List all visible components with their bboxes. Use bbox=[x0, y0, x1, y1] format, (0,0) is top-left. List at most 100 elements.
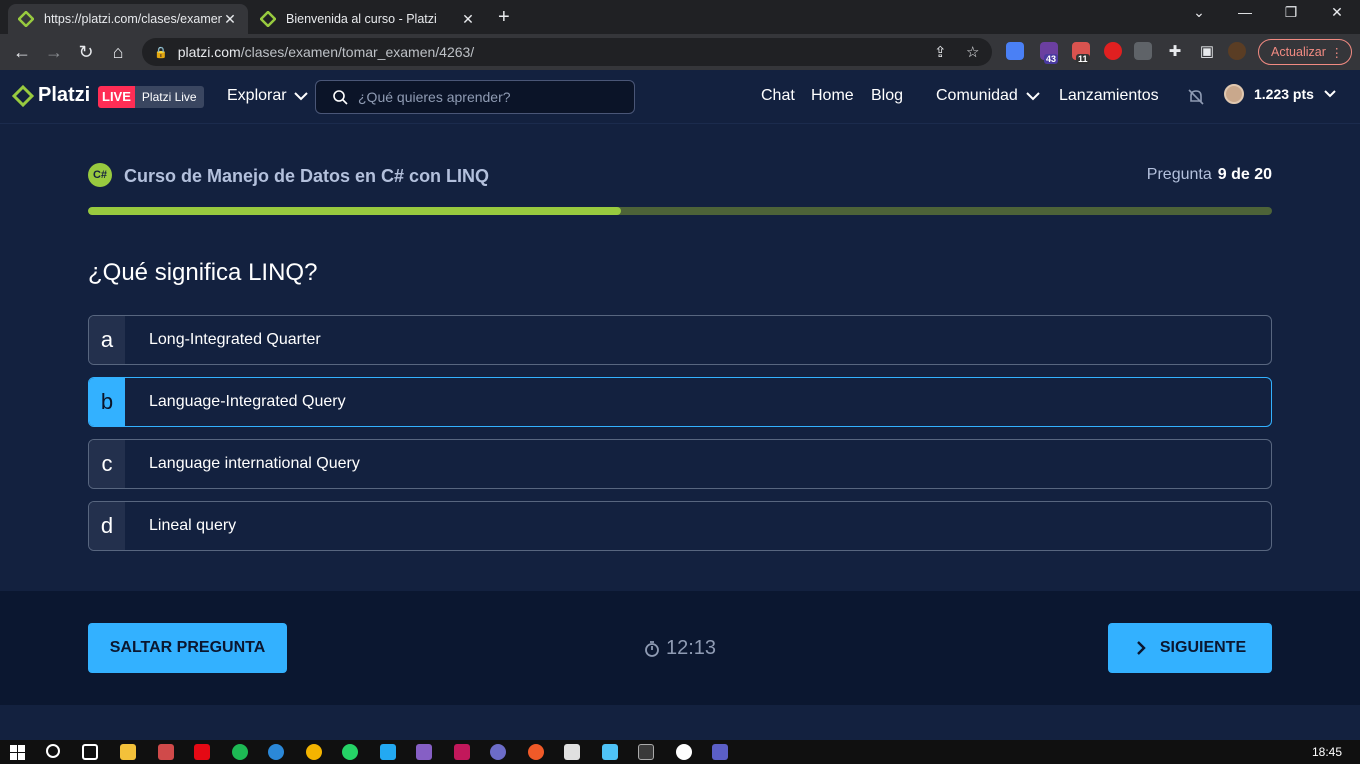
course-header: C# Curso de Manejo de Datos en C# con LI… bbox=[88, 163, 1272, 189]
tab-title: https://platzi.com/clases/examen/ bbox=[44, 12, 222, 26]
chevron-right-icon bbox=[1137, 641, 1146, 655]
chrome-icon[interactable] bbox=[306, 744, 322, 760]
platzi-live-link[interactable]: LIVE Platzi Live bbox=[98, 86, 204, 108]
share-icon[interactable]: ⇪ bbox=[934, 43, 947, 61]
windows-start-icon[interactable] bbox=[10, 745, 25, 760]
option-letter: a bbox=[89, 316, 125, 364]
puzzle-extensions-icon[interactable]: ✚ bbox=[1163, 42, 1187, 60]
chevron-down-icon bbox=[1026, 92, 1040, 101]
browser-toolbar: ← → ↻ ⌂ 🔒 platzi.com/clases/examen/tomar… bbox=[0, 34, 1360, 70]
next-question-button[interactable]: SIGUIENTE bbox=[1108, 623, 1272, 673]
platzi-favicon-icon bbox=[260, 11, 276, 27]
nav-launches[interactable]: Lanzamientos bbox=[1059, 87, 1159, 105]
lock-icon: 🔒 bbox=[154, 46, 168, 59]
nav-blog[interactable]: Blog bbox=[871, 87, 903, 105]
question-text: ¿Qué significa LINQ? bbox=[88, 259, 318, 286]
search-input[interactable]: ¿Qué quieres aprender? bbox=[315, 80, 635, 114]
answer-option-b[interactable]: b Language-Integrated Query bbox=[88, 377, 1272, 427]
logo-text: Platzi bbox=[38, 84, 91, 106]
exam-progress-bar bbox=[88, 207, 1272, 215]
option-letter: d bbox=[89, 502, 125, 550]
course-title: Curso de Manejo de Datos en C# con LINQ bbox=[124, 166, 490, 186]
stopwatch-icon bbox=[645, 640, 659, 657]
minimize-button[interactable]: — bbox=[1222, 4, 1268, 20]
notifications-off-icon[interactable] bbox=[1186, 87, 1206, 107]
next-label: SIGUIENTE bbox=[1159, 639, 1247, 656]
nav-chat[interactable]: Chat bbox=[761, 87, 795, 105]
app-icon[interactable] bbox=[564, 744, 580, 760]
option-letter: c bbox=[89, 440, 125, 488]
app-icon[interactable] bbox=[528, 744, 544, 760]
file-explorer-icon[interactable] bbox=[120, 744, 136, 760]
translate-extension-icon[interactable] bbox=[1006, 42, 1024, 60]
explore-menu[interactable]: Explorar bbox=[227, 87, 310, 105]
answer-option-a[interactable]: a Long-Integrated Quarter bbox=[88, 315, 1272, 365]
search-icon[interactable] bbox=[46, 744, 60, 758]
exam-progress-fill bbox=[88, 207, 621, 215]
address-bar[interactable]: 🔒 platzi.com/clases/examen/tomar_examen/… bbox=[142, 38, 992, 66]
maximize-button[interactable]: ❐ bbox=[1268, 4, 1314, 21]
nav-home[interactable]: Home bbox=[811, 87, 854, 105]
question-counter: Pregunta 9 de 20 bbox=[1147, 166, 1272, 184]
tab-search-icon[interactable]: ⌄ bbox=[1176, 4, 1222, 21]
bookmark-star-icon[interactable]: ☆ bbox=[966, 43, 979, 61]
vscode-icon[interactable] bbox=[380, 744, 396, 760]
taskbar-clock: 18:45 bbox=[1311, 745, 1342, 759]
visual-studio-icon[interactable] bbox=[416, 744, 432, 760]
tab-exam[interactable]: https://platzi.com/clases/examen/ ✕ bbox=[8, 4, 248, 34]
avatar bbox=[1224, 84, 1244, 104]
nav-community[interactable]: Comunidad bbox=[936, 87, 1042, 105]
reload-icon[interactable]: ↻ bbox=[74, 42, 98, 63]
answer-option-c[interactable]: c Language international Query bbox=[88, 439, 1272, 489]
app-icon[interactable] bbox=[602, 744, 618, 760]
search-placeholder: ¿Qué quieres aprender? bbox=[358, 89, 511, 105]
app-icon[interactable] bbox=[490, 744, 506, 760]
answer-option-d[interactable]: d Lineal query bbox=[88, 501, 1272, 551]
close-window-button[interactable]: ✕ bbox=[1314, 4, 1360, 21]
extension-icon[interactable] bbox=[1134, 42, 1152, 60]
option-text: Language international Query bbox=[149, 455, 360, 472]
tab-welcome[interactable]: Bienvenida al curso - Platzi ✕ bbox=[250, 4, 486, 34]
chevron-down-icon bbox=[1324, 90, 1336, 98]
task-view-icon[interactable] bbox=[82, 744, 98, 760]
browser-tab-strip: https://platzi.com/clases/examen/ ✕ Bien… bbox=[0, 0, 1360, 34]
update-label: Actualizar bbox=[1271, 45, 1326, 59]
timer-value: 12:13 bbox=[666, 637, 717, 659]
terminal-icon[interactable] bbox=[638, 744, 654, 760]
app-icon[interactable] bbox=[676, 744, 692, 760]
question-counter-label: Pregunta bbox=[1146, 166, 1212, 183]
search-icon bbox=[333, 90, 348, 105]
netflix-icon[interactable] bbox=[194, 744, 210, 760]
question-counter-value: 9 de 20 bbox=[1217, 166, 1272, 183]
option-text: Language-Integrated Query bbox=[149, 393, 346, 410]
whatsapp-icon[interactable] bbox=[342, 744, 358, 760]
new-tab-button[interactable]: + bbox=[498, 6, 510, 29]
option-letter: b bbox=[89, 378, 125, 426]
option-text: Long-Integrated Quarter bbox=[149, 331, 321, 348]
profile-avatar[interactable] bbox=[1228, 42, 1246, 60]
teams-icon[interactable] bbox=[712, 744, 728, 760]
spotify-icon[interactable] bbox=[232, 744, 248, 760]
csharp-course-icon: C# bbox=[88, 163, 112, 187]
back-icon[interactable]: ← bbox=[10, 42, 34, 63]
side-panel-icon[interactable]: ▣ bbox=[1195, 42, 1219, 60]
extension-badge: 11 bbox=[1076, 54, 1090, 64]
live-label: Platzi Live bbox=[134, 86, 204, 108]
update-button[interactable]: Actualizar ⋮ bbox=[1258, 39, 1352, 65]
forward-icon[interactable]: → bbox=[42, 42, 66, 63]
app-icon[interactable] bbox=[454, 744, 470, 760]
skip-question-button[interactable]: SALTAR PREGUNTA bbox=[88, 623, 287, 673]
points-value: 1.223 pts bbox=[1254, 86, 1314, 102]
extension-icon[interactable] bbox=[1104, 42, 1122, 60]
edge-icon[interactable] bbox=[268, 744, 284, 760]
app-icon[interactable] bbox=[158, 744, 174, 760]
windows-taskbar: 18:45 bbox=[0, 740, 1360, 764]
user-points-menu[interactable]: 1.223 pts bbox=[1224, 84, 1338, 104]
url-host: platzi.com bbox=[177, 44, 241, 60]
chevron-down-icon bbox=[293, 92, 308, 101]
close-tab-icon[interactable]: ✕ bbox=[460, 11, 476, 28]
platzi-logo-icon bbox=[12, 84, 34, 107]
close-tab-icon[interactable]: ✕ bbox=[222, 11, 238, 28]
home-icon[interactable]: ⌂ bbox=[106, 42, 130, 63]
platzi-logo[interactable]: Platzi bbox=[12, 84, 90, 107]
